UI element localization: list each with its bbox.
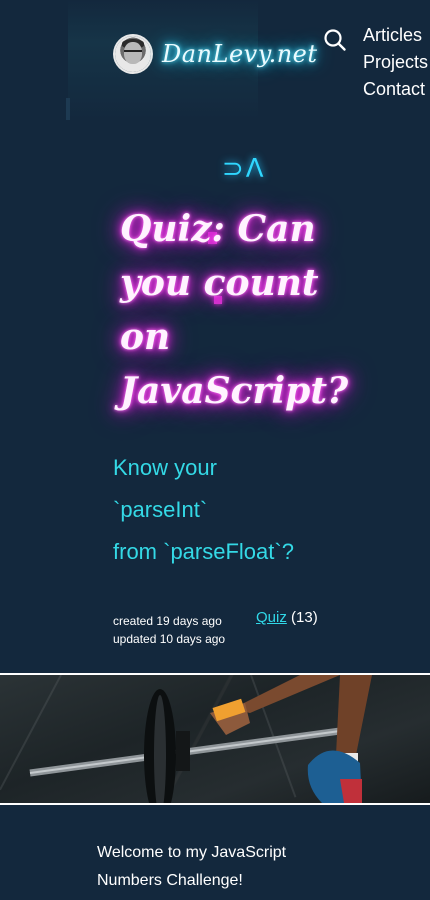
nav-projects-link[interactable]: Projects <box>363 49 430 76</box>
subtitle-line: Know your <box>113 455 217 480</box>
nav-articles-link[interactable]: Articles <box>363 22 430 49</box>
avatar[interactable] <box>115 36 151 72</box>
subtitle-line: `parseInt` <box>113 497 208 522</box>
search-icon <box>324 29 346 51</box>
intro-line: Numbers Challenge! <box>97 872 243 889</box>
site-logo[interactable]: DanLevy.net <box>162 40 318 68</box>
intro-text: Welcome to my JavaScript Numbers Challen… <box>97 839 337 895</box>
post-dates: created 19 days ago updated 10 days ago <box>113 612 225 648</box>
created-date: created 19 days ago <box>113 614 222 628</box>
site-header: DanLevy.net Articles Projects Contact <box>0 0 430 120</box>
updated-date: updated 10 days ago <box>113 632 226 646</box>
category-tag: Quiz (13) <box>256 609 318 626</box>
subtitle-line: from `parseFloat`? <box>113 539 294 564</box>
intro-line: Welcome to my JavaScript <box>97 844 287 861</box>
header-glitch-decoration <box>66 98 70 120</box>
search-button[interactable] <box>323 28 347 52</box>
page-subtitle: Know your `parseInt` from `parseFloat`? <box>113 447 353 573</box>
hero-photo <box>0 673 430 805</box>
category-count: (13) <box>291 609 318 626</box>
nav-contact-link[interactable]: Contact <box>363 76 430 103</box>
neon-glitch-decoration: ⊃Λ <box>222 154 266 184</box>
page-title: Quiz: Can you count on JavaScript? <box>120 208 349 413</box>
main-nav: Articles Projects Contact <box>363 22 430 103</box>
category-link[interactable]: Quiz <box>256 609 287 626</box>
